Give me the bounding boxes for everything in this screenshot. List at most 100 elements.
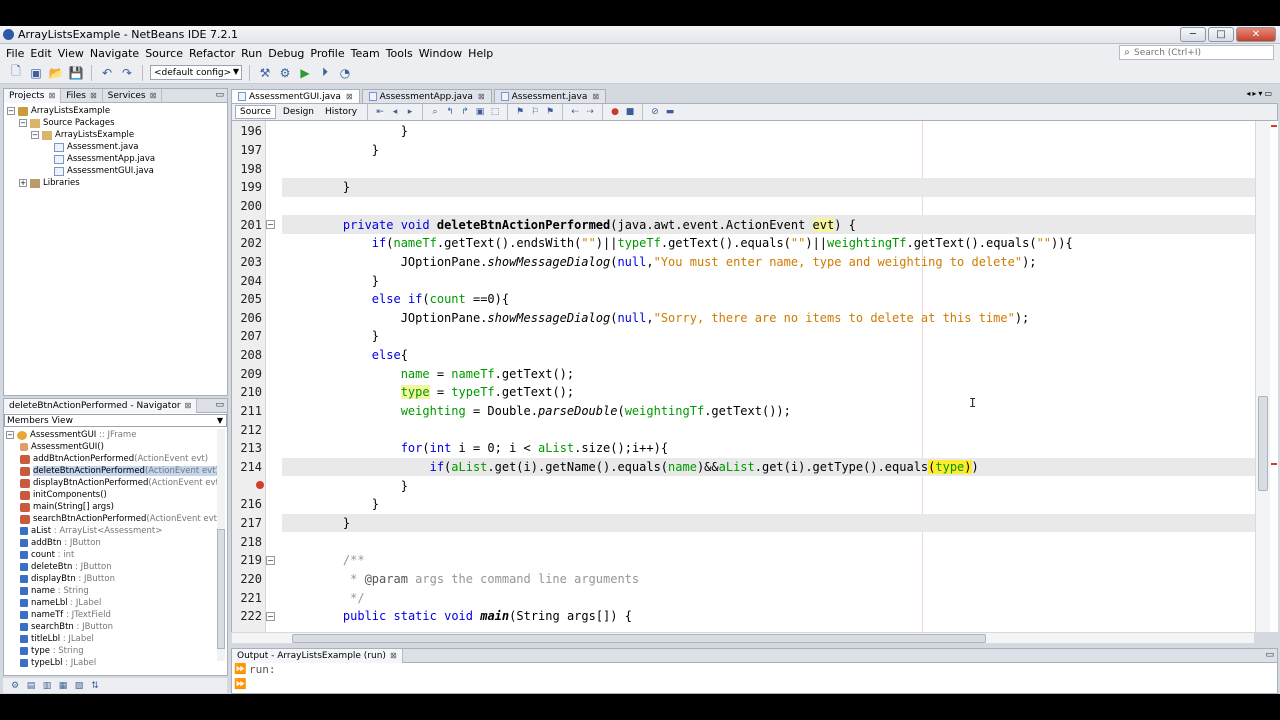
collapse-icon[interactable]: − — [6, 431, 14, 439]
code-line[interactable]: 217 } — [232, 513, 1256, 533]
last-edit-icon[interactable]: ⇤ — [374, 106, 386, 118]
member-item[interactable]: addBtnActionPerformed(ActionEvent evt) — [6, 453, 227, 465]
menu-team[interactable]: Team — [348, 47, 383, 60]
view-design-button[interactable]: Design — [279, 105, 318, 119]
collapse-icon[interactable]: − — [31, 131, 39, 139]
code-line[interactable]: 202 if(nameTf.getText().endsWith("")||ty… — [232, 234, 1256, 253]
minimize-panel-icon[interactable]: ▭ — [1265, 650, 1274, 660]
menu-profile[interactable]: Profile — [307, 47, 347, 60]
tab-services[interactable]: Services ⊠ — [103, 88, 163, 103]
search-box[interactable]: ⌕ — [1119, 45, 1274, 60]
run-icon[interactable]: ▶ — [297, 65, 313, 81]
code-line[interactable]: 199 } — [232, 177, 1256, 197]
member-item[interactable]: deleteBtnActionPerformed(ActionEvent evt… — [6, 465, 227, 477]
project-tree-item[interactable]: − ArrayListsExample — [7, 129, 227, 141]
close-icon[interactable]: ⊠ — [592, 92, 599, 101]
project-tree-item[interactable]: AssessmentGUI.java — [7, 165, 227, 177]
member-item[interactable]: name : String — [6, 585, 227, 597]
navigator-scrollbar[interactable] — [217, 429, 225, 661]
filter-icon[interactable]: ▦ — [57, 680, 69, 692]
code-line[interactable]: 207 } — [232, 327, 1256, 346]
horizontal-scroll-thumb[interactable] — [292, 634, 986, 643]
member-item[interactable]: searchBtn : JButton — [6, 621, 227, 633]
code-line[interactable]: 200 — [232, 197, 1256, 216]
member-item[interactable]: nameLbl : JLabel — [6, 597, 227, 609]
code-line[interactable]: 208 else{ — [232, 346, 1256, 365]
close-icon[interactable]: ⊠ — [48, 91, 55, 100]
find-icon[interactable]: ⌕ — [429, 106, 441, 118]
tab-navigator[interactable]: deleteBtnActionPerformed - Navigator ⊠ — [4, 398, 198, 413]
minimize-panel-icon[interactable]: ▭ — [215, 90, 224, 100]
editor-tab[interactable]: AssessmentApp.java ⊠ — [361, 89, 492, 103]
scroll-right-icon[interactable]: ▸ — [1252, 89, 1256, 98]
new-file-icon[interactable]: 🗋 — [8, 64, 24, 81]
menu-navigate[interactable]: Navigate — [87, 47, 142, 60]
project-tree-item[interactable]: − Source Packages — [7, 117, 227, 129]
expand-icon[interactable]: + — [19, 179, 27, 187]
filter-icon[interactable]: ⚙ — [9, 680, 21, 692]
project-tree-item[interactable]: + Libraries — [7, 177, 227, 189]
code-line[interactable]: 198 — [232, 159, 1256, 178]
code-line[interactable]: 196 } — [232, 122, 1256, 141]
rerun-different-icon[interactable]: ⏩ — [234, 679, 246, 691]
close-icon[interactable]: ⊠ — [150, 91, 157, 100]
toggle-bookmark-icon[interactable]: ⚑ — [544, 106, 556, 118]
navigator-scroll-thumb[interactable] — [217, 529, 225, 649]
view-source-button[interactable]: Source — [235, 105, 276, 119]
debug-icon[interactable]: ⏵ — [317, 65, 333, 81]
code-line[interactable]: 205 else if(count ==0){ — [232, 290, 1256, 309]
new-project-icon[interactable]: ▣ — [28, 65, 44, 81]
member-item[interactable]: deleteBtn : JButton — [6, 561, 227, 573]
menu-debug[interactable]: Debug — [265, 47, 307, 60]
undo-icon[interactable]: ↶ — [99, 65, 115, 81]
minimize-panel-icon[interactable]: ▭ — [215, 400, 224, 410]
filter-icon[interactable]: ▤ — [25, 680, 37, 692]
view-history-button[interactable]: History — [321, 105, 361, 119]
close-icon[interactable]: ⊠ — [90, 91, 97, 100]
collapse-icon[interactable]: − — [7, 107, 15, 115]
code-line[interactable]: } — [232, 476, 1256, 495]
menu-refactor[interactable]: Refactor — [186, 47, 238, 60]
fold-toggle-icon[interactable]: − — [266, 220, 275, 230]
code-line[interactable]: 218 — [232, 532, 1256, 551]
start-macro-icon[interactable]: ● — [609, 106, 621, 118]
code-line[interactable]: 221 */ — [232, 588, 1256, 607]
fold-toggle-icon[interactable]: − — [266, 611, 275, 621]
code-line[interactable]: 219 /** — [232, 551, 1256, 570]
clean-build-icon[interactable]: ⚙ — [277, 65, 293, 81]
fold-toggle-icon[interactable]: − — [266, 555, 275, 565]
code-line[interactable]: 216 } — [232, 495, 1256, 514]
comment-icon[interactable]: ⊘ — [649, 106, 661, 118]
chevron-down-icon[interactable]: ▾ — [1258, 89, 1262, 98]
stop-macro-icon[interactable]: ■ — [624, 106, 636, 118]
member-item[interactable]: aList : ArrayList<Assessment> — [6, 525, 227, 537]
close-icon[interactable]: ⊠ — [390, 651, 397, 660]
member-item[interactable]: AssessmentGUI() — [6, 441, 227, 453]
prev-bookmark-icon[interactable]: ⚑ — [514, 106, 526, 118]
code-line[interactable]: 209 name = nameTf.getText(); — [232, 364, 1256, 383]
config-select[interactable]: <default config> ▼ — [150, 65, 242, 80]
editor-horizontal-scrollbar[interactable] — [231, 632, 1255, 644]
collapse-icon[interactable]: − — [19, 119, 27, 127]
member-item[interactable]: nameTf : JTextField — [6, 609, 227, 621]
code-editor[interactable]: 196 } 197 } 198 199 } 200 201 private void de… — [231, 121, 1271, 632]
redo-icon[interactable]: ↷ — [119, 65, 135, 81]
project-tree-item[interactable]: Assessment.java — [7, 141, 227, 153]
sort-icon[interactable]: ⇅ — [89, 680, 101, 692]
member-item[interactable]: initComponents() — [6, 489, 227, 501]
toggle-highlight-icon[interactable]: ▣ — [474, 106, 486, 118]
menu-view[interactable]: View — [55, 47, 87, 60]
tab-projects[interactable]: Projects ⊠ — [4, 88, 62, 103]
filter-icon[interactable]: ▥ — [41, 680, 53, 692]
maximize-editor-icon[interactable]: ▭ — [1264, 89, 1272, 98]
code-line[interactable]: 206 JOptionPane.showMessageDialog(null,"… — [232, 309, 1256, 328]
navigator-view-select[interactable]: Members View ▼ — [4, 414, 227, 427]
member-item[interactable]: − AssessmentGUI :: JFrame — [6, 429, 227, 441]
back-icon[interactable]: ◂ — [389, 106, 401, 118]
member-item[interactable]: typeLbl : JLabel — [6, 657, 227, 669]
find-next-icon[interactable]: ↱ — [459, 106, 471, 118]
filter-icon[interactable]: ▧ — [73, 680, 85, 692]
error-mark[interactable] — [1271, 125, 1277, 127]
rerun-icon[interactable]: ⏩ — [234, 664, 246, 676]
member-item[interactable]: type : String — [6, 645, 227, 657]
